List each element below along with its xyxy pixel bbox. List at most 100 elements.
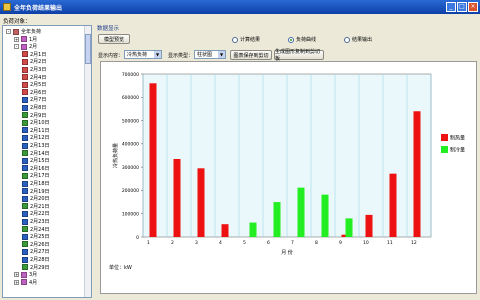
expand-icon[interactable]: + xyxy=(14,279,19,285)
tree-item[interactable]: 2月15日 xyxy=(22,157,50,164)
tree-item[interactable]: 2月2日 xyxy=(22,58,46,65)
tree-item[interactable]: 2月4日 xyxy=(22,74,46,81)
tree-scrollbar[interactable] xyxy=(84,26,91,297)
display-content-label: 显示内容： xyxy=(98,53,124,59)
radio-result-output-dot[interactable] xyxy=(344,36,350,43)
radio-load-curve[interactable]: 负荷曲线 xyxy=(288,36,316,43)
tree-item[interactable]: 2月22日 xyxy=(22,210,50,217)
tree-item[interactable]: 2月3日 xyxy=(22,66,46,73)
legend-label: 制冷量 xyxy=(450,147,465,154)
tree-item[interactable]: 2月29日 xyxy=(22,264,50,271)
display-content-select[interactable]: 冷热负荷 ▼ xyxy=(124,50,162,59)
display-type-value: 柱状图 xyxy=(197,52,213,58)
display-type-select[interactable]: 柱状图 ▼ xyxy=(194,50,226,59)
y-tick-label: 600000 xyxy=(122,95,139,101)
tree-item[interactable]: 2月1日 xyxy=(22,51,46,58)
copy-to-clipboard-button[interactable]: 生成图形复制到剪切板 xyxy=(274,49,324,62)
legend-label: 制热量 xyxy=(450,135,465,142)
radio-calc-result-dot[interactable] xyxy=(232,36,238,43)
close-button[interactable]: × xyxy=(468,2,478,12)
tree-item[interactable]: 2月7日 xyxy=(22,96,46,103)
collapse-icon[interactable]: - xyxy=(6,29,11,34)
bar-heating xyxy=(173,158,181,237)
node-icon xyxy=(22,157,28,164)
node-icon xyxy=(22,172,28,179)
tree-item[interactable]: 2月25日 xyxy=(22,233,50,240)
tree-item[interactable]: - 2月 xyxy=(14,43,37,50)
tree-item[interactable]: 2月26日 xyxy=(22,241,50,248)
tree-item-label: 2月29日 xyxy=(30,264,50,271)
node-icon xyxy=(22,248,28,255)
tree-item-label: 2月4日 xyxy=(30,74,47,81)
tree-item-label: 2月11日 xyxy=(30,127,50,134)
tree-item[interactable]: 2月27日 xyxy=(22,248,50,255)
tree-item[interactable]: 2月6日 xyxy=(22,89,46,96)
x-tick-label: 6 xyxy=(267,240,270,246)
tree-item[interactable]: 2月10日 xyxy=(22,119,50,126)
tree-item-label: 2月15日 xyxy=(30,158,50,165)
bar-cooling xyxy=(345,218,353,237)
tree-item[interactable]: +3月 xyxy=(14,271,37,278)
tree-scroll-thumb[interactable] xyxy=(85,34,91,64)
node-icon xyxy=(22,180,28,187)
x-axis-label: 月 份 xyxy=(281,249,293,256)
radio-load-curve-label: 负荷曲线 xyxy=(296,37,317,43)
tree-item[interactable]: +4月 xyxy=(14,279,37,286)
node-icon xyxy=(22,218,28,225)
node-icon xyxy=(13,28,19,35)
bar-chart: 700000 600000 500000 400000 300000 200000 1000… xyxy=(109,72,465,271)
radio-result-output[interactable]: 结果输出 xyxy=(344,36,372,43)
node-icon xyxy=(22,96,28,103)
window-title: 全年负荷结果输出 xyxy=(14,4,63,12)
tree-item[interactable]: 2月11日 xyxy=(22,127,50,134)
legend-swatch xyxy=(441,146,448,153)
window-controls: _ □ × xyxy=(446,2,478,12)
node-icon xyxy=(21,43,27,50)
tree-item[interactable]: 2月8日 xyxy=(22,104,46,111)
node-icon xyxy=(22,134,28,141)
maximize-button[interactable]: □ xyxy=(457,2,467,12)
tree-item[interactable]: +1月 xyxy=(14,36,37,43)
node-icon xyxy=(22,195,28,202)
x-tick-label: 7 xyxy=(291,240,294,246)
node-icon xyxy=(22,241,28,248)
tree-item[interactable]: 2月9日 xyxy=(22,112,46,119)
node-icon xyxy=(22,66,28,73)
tree-item[interactable]: 2月5日 xyxy=(22,81,46,88)
tree-item[interactable]: 2月19日 xyxy=(22,188,50,195)
node-icon xyxy=(22,188,28,195)
tree-item[interactable]: - 全年负荷 xyxy=(6,28,41,35)
x-tick-label: 8 xyxy=(315,240,318,246)
expand-icon[interactable]: + xyxy=(14,36,19,42)
model-preview-button[interactable]: 模型预览 xyxy=(98,34,130,44)
expand-icon[interactable]: + xyxy=(14,272,19,278)
radio-calc-result[interactable]: 计算结果 xyxy=(232,36,260,43)
chevron-down-icon[interactable]: ▼ xyxy=(218,51,225,58)
tree-item[interactable]: 2月12日 xyxy=(22,134,50,141)
tree-item[interactable]: 2月21日 xyxy=(22,203,50,210)
save-image-button[interactable]: 图表保存到剪切 xyxy=(230,50,272,60)
tree-item[interactable]: 2月20日 xyxy=(22,195,50,202)
collapse-icon[interactable]: - xyxy=(14,44,19,50)
tree-item[interactable]: 2月14日 xyxy=(22,150,50,157)
app-icon xyxy=(3,3,11,11)
x-tick-label: 12 xyxy=(411,240,417,246)
tree-item-label: 2月20日 xyxy=(30,196,50,203)
chevron-down-icon[interactable]: ▼ xyxy=(154,51,161,58)
minimize-button[interactable]: _ xyxy=(446,2,456,12)
tree-item[interactable]: 2月23日 xyxy=(22,218,50,225)
x-tick-label: 5 xyxy=(243,240,246,246)
bar-cooling xyxy=(273,202,281,237)
tree-item-label: 2月14日 xyxy=(30,150,50,157)
tree-item[interactable]: 2月16日 xyxy=(22,165,50,172)
tree-item-label: 2月28日 xyxy=(30,257,50,263)
load-tree[interactable]: - 全年负荷 +1月 -2月 2月1日 2月2日 2月3日 2月4日 2月5日 2月6日 2月7日 2… xyxy=(2,25,92,298)
node-icon xyxy=(22,127,28,134)
tree-item[interactable]: 2月13日 xyxy=(22,142,50,149)
tree-item[interactable]: 2月17日 xyxy=(22,172,50,179)
tree-item[interactable]: 2月28日 xyxy=(22,256,50,263)
tree-item[interactable]: 2月24日 xyxy=(22,226,50,233)
tree-item[interactable]: 2月18日 xyxy=(22,180,50,187)
tree-item-label: 2月6日 xyxy=(30,89,47,96)
radio-load-curve-dot[interactable] xyxy=(288,36,294,43)
